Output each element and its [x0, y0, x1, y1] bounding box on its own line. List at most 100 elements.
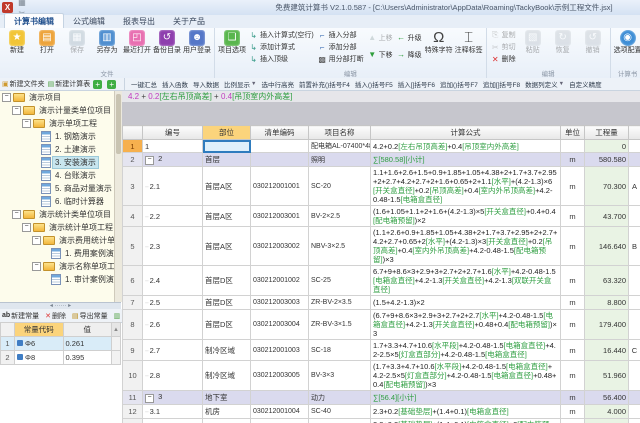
- cell-bu[interactable]: 机房: [203, 405, 251, 419]
- cell-no[interactable]: 1: [143, 140, 203, 153]
- cell-qty[interactable]: 51.960: [585, 361, 629, 391]
- cell-bu[interactable]: 制冷区域: [203, 340, 251, 361]
- prefix-paren-f4-button[interactable]: 前置补充()括号F4: [299, 79, 350, 89]
- cell-qty[interactable]: 43.700: [585, 206, 629, 227]
- cell-qty[interactable]: 4.000: [585, 405, 629, 419]
- insert-function-button[interactable]: 插入函数: [162, 79, 188, 89]
- cell-code[interactable]: [251, 140, 309, 153]
- cell-formula[interactable]: 2.3+0.2[基础垫层]+(1.4+0.1)[电箱盒直径]: [371, 405, 561, 419]
- cell-code[interactable]: 030212003006: [251, 419, 309, 423]
- cell-name[interactable]: SC-20: [309, 167, 371, 206]
- tree-expander-icon[interactable]: −: [12, 106, 21, 115]
- table-row[interactable]: 11配电箱AL-07400*480*1504.2+0.2[左右吊顶高差]+0.4…: [123, 140, 640, 153]
- cell-unit[interactable]: m: [561, 227, 585, 266]
- tree-item[interactable]: 6. 临时计算器: [0, 195, 121, 208]
- constants-value-header[interactable]: 值: [63, 323, 112, 337]
- col-header-code[interactable]: 清单编码: [251, 126, 309, 140]
- tree-item[interactable]: 3. 安装演示: [0, 156, 121, 169]
- tree-scrollbar-thumb[interactable]: [116, 94, 121, 154]
- cell-formula[interactable]: (1.1+2.6+0.9+1.85+1.05+4.38+2+1.7+3.7+2.…: [371, 227, 561, 266]
- delete-constant-button[interactable]: ✕删除: [45, 311, 66, 321]
- cell-bu[interactable]: 首层D区: [203, 296, 251, 310]
- constant-row[interactable]: 1Φ60.261: [1, 337, 121, 351]
- constant-row[interactable]: 2Φ80.395: [1, 351, 121, 365]
- promote-button[interactable]: ←升级: [397, 29, 422, 46]
- cell-unit[interactable]: [561, 140, 585, 153]
- cell-unit[interactable]: m: [561, 340, 585, 361]
- row-number[interactable]: 6: [123, 266, 143, 296]
- open-button[interactable]: ▤打开: [32, 29, 62, 55]
- cell-name[interactable]: SC-18: [309, 340, 371, 361]
- tree-expander-icon[interactable]: −: [2, 93, 11, 102]
- cell-mark[interactable]: B: [629, 227, 640, 266]
- save-button[interactable]: ▦保存: [62, 29, 92, 55]
- cell-qty[interactable]: 63.320: [585, 266, 629, 296]
- cell-qty[interactable]: 0: [585, 140, 629, 153]
- export-constants-button[interactable]: ▤导出常量: [72, 311, 108, 321]
- cell-bu[interactable]: 首层D区: [203, 266, 251, 296]
- cell-qty[interactable]: 8.800: [585, 296, 629, 310]
- constants-code-header[interactable]: 常量代码: [15, 323, 64, 337]
- cell-mark[interactable]: [629, 140, 640, 153]
- cell-code[interactable]: 030212001001: [251, 167, 309, 206]
- cell-code[interactable]: [251, 153, 309, 167]
- cell-formula[interactable]: ∑[580.58][小计]: [371, 153, 561, 167]
- table-row[interactable]: 3┈2.1首层A区030212001001SC-201.1+1.6+2.6+1.…: [123, 167, 640, 206]
- row-number[interactable]: 13: [123, 419, 143, 423]
- cell-bu[interactable]: 首层D区: [203, 310, 251, 340]
- col-header-mark[interactable]: [629, 126, 640, 140]
- cell-formula[interactable]: 1.1+1.6+2.6+1.5+0.9+1.85+1.05+4.38+2+1.7…: [371, 167, 561, 206]
- cell-mark[interactable]: [629, 296, 640, 310]
- tree-item[interactable]: 1. 费用案例演示: [0, 247, 121, 260]
- tree-expander-icon[interactable]: −: [22, 223, 31, 232]
- cell-bu[interactable]: 机房: [203, 419, 251, 423]
- table-row[interactable]: 7┈2.5首层D区030212003003ZR-BV-2×3.5(1.5+4.2…: [123, 296, 640, 310]
- cell-name[interactable]: BV-3×3: [309, 361, 371, 391]
- tab-calcbook-edit[interactable]: 计算书编辑: [4, 13, 64, 28]
- cell-code[interactable]: 030212003002: [251, 227, 309, 266]
- cell-code[interactable]: 030212001004: [251, 405, 309, 419]
- col-header-no[interactable]: 编号: [143, 126, 203, 140]
- comment-label-button[interactable]: ⌶注释标签: [454, 29, 484, 55]
- table-row[interactable]: 10┈2.8制冷区域030212003005BV-3×3(1.7+3.3+4.7…: [123, 361, 640, 391]
- row-number[interactable]: 10: [123, 361, 143, 391]
- data-column-define-button[interactable]: 数据列定义▼: [525, 79, 564, 89]
- table-row[interactable]: 9┈2.7制冷区域030212001003SC-181.7+3.3+4.7+10…: [123, 340, 640, 361]
- cell-no[interactable]: ┈2.7: [143, 340, 203, 361]
- import-constants-button[interactable]: ▥: [114, 312, 122, 320]
- row-number[interactable]: 5: [123, 227, 143, 266]
- tree-expander-icon[interactable]: −: [22, 119, 31, 128]
- cell-mark[interactable]: [629, 419, 640, 423]
- delete-button[interactable]: ✕删除: [491, 53, 516, 65]
- cell-mark[interactable]: [629, 405, 640, 419]
- tree-expander-icon[interactable]: −: [32, 262, 41, 271]
- cell-formula[interactable]: (1.7+3.3+4.7+10.6[水平段]+4.2-0.48-1.5[电箱盒直…: [371, 361, 561, 391]
- table-row[interactable]: 2− 2首层照明∑[580.58][小计]m580.580: [123, 153, 640, 167]
- cell-code[interactable]: 030212003003: [251, 296, 309, 310]
- paste-button[interactable]: ▧粘贴: [518, 29, 548, 55]
- cell-qty[interactable]: 16.440: [585, 340, 629, 361]
- cell-no[interactable]: ┈3.2: [143, 419, 203, 423]
- new-button[interactable]: ★新建: [2, 29, 32, 55]
- row-number[interactable]: 9: [123, 340, 143, 361]
- row-number[interactable]: 7: [123, 296, 143, 310]
- col-header-name[interactable]: 项目名称: [309, 126, 371, 140]
- cell-unit[interactable]: m: [561, 167, 585, 206]
- cell-no[interactable]: ┈3.1: [143, 405, 203, 419]
- project-options-button[interactable]: ❑项目选项: [217, 29, 247, 55]
- break-by-section-button[interactable]: ▩用分部打断: [318, 53, 364, 65]
- cell-qty[interactable]: 179.400: [585, 310, 629, 340]
- cell-name[interactable]: SC-40: [309, 405, 371, 419]
- cell-no[interactable]: ┈2.3: [143, 227, 203, 266]
- tree-folder[interactable]: −演示项目: [0, 91, 121, 104]
- move-down-button[interactable]: ▼下移: [368, 46, 393, 63]
- add-calc-button[interactable]: ↳添加计算式: [249, 41, 314, 53]
- cell-unit[interactable]: m: [561, 361, 585, 391]
- cell-formula[interactable]: 2.3+0.2[基础垫层]+(1.4+0.1)[电箱盒直径]+2[配电箱预留]+…: [371, 419, 561, 423]
- tree-item[interactable]: 1. 钢筋演示: [0, 130, 121, 143]
- append-paren-f7-button[interactable]: 追加()括号F7: [440, 79, 478, 89]
- row-number[interactable]: 11: [123, 391, 143, 405]
- cell-bu[interactable]: 首层A区: [203, 227, 251, 266]
- cell-qty[interactable]: 146.640: [585, 227, 629, 266]
- cell-name[interactable]: NBV-3×2.5: [309, 227, 371, 266]
